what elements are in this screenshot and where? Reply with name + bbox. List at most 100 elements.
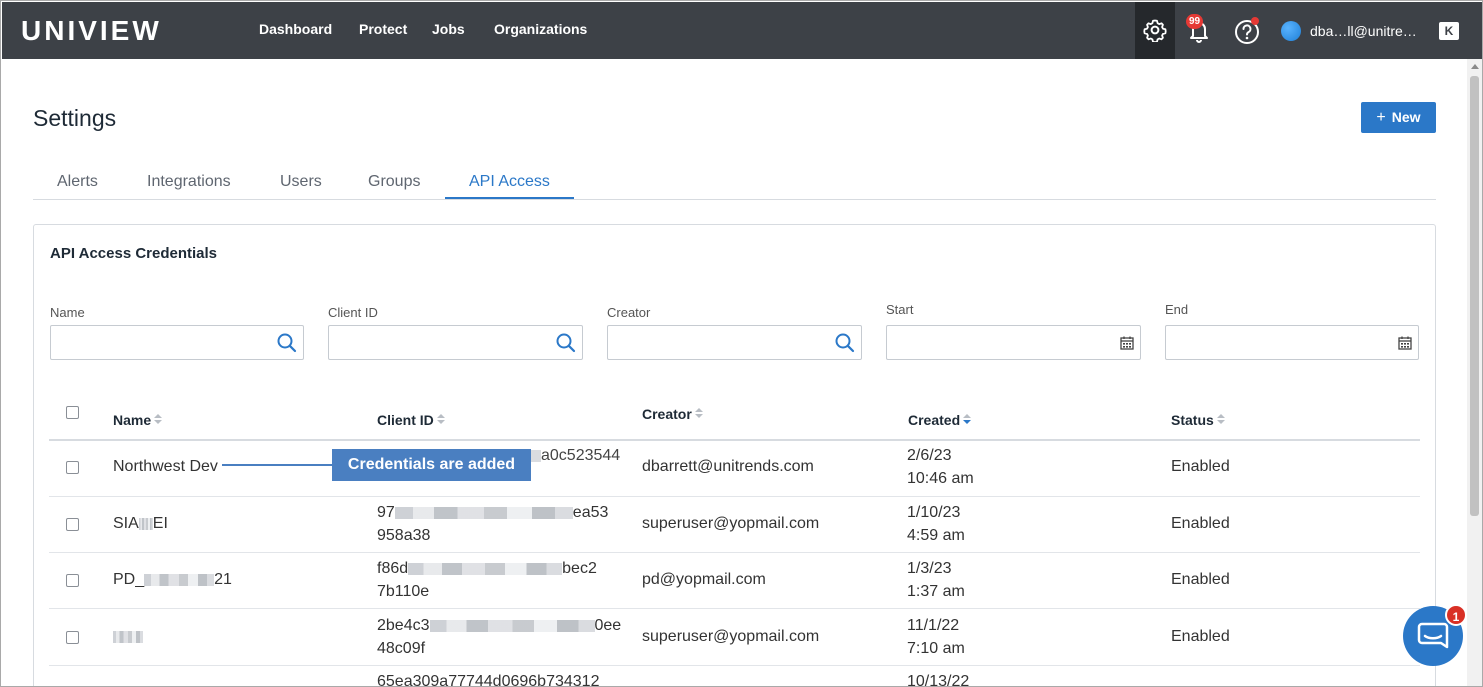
collapse-icon[interactable]: K [1439,22,1459,40]
row-status: Enabled [1171,628,1230,645]
row-creator: pd@yopmail.com [642,571,766,588]
row-created-time: 10:46 am [907,470,974,487]
calendar-icon[interactable] [1398,336,1412,350]
callout-label: Credentials are added [332,449,531,481]
redacted-text [408,562,563,575]
row-name[interactable] [113,625,143,648]
end-date-input[interactable] [1166,326,1418,359]
row-client-id-line2: 958a38 [377,527,431,544]
row-checkbox[interactable] [66,631,79,644]
start-date-filter [886,325,1141,360]
row-name-part: PD_ [113,571,145,588]
scrollbar-thumb[interactable] [1470,76,1479,516]
row-created-date: 1/3/23 [907,560,952,577]
row-divider [49,665,1420,666]
nav-protect[interactable]: Protect [359,21,407,37]
callout-connector [222,464,333,466]
chat-badge: 1 [1445,604,1467,626]
client-id-filter-label: Client ID [328,305,378,320]
creator-filter-input[interactable] [608,326,861,359]
end-date-filter [1165,325,1419,360]
scroll-up-arrow-icon[interactable] [1471,64,1479,69]
row-created-time: 7:10 am [907,640,965,657]
end-filter-label: End [1165,302,1189,317]
row-client-id-line2: 7b110e [377,583,430,600]
row-client-id-part: 0ee [594,617,622,634]
sort-desc-icon[interactable] [963,414,972,426]
row-divider [49,608,1420,609]
row-checkbox[interactable] [66,518,79,531]
settings-button[interactable] [1135,2,1175,59]
row-name-part: EI [152,515,168,532]
calendar-icon[interactable] [1120,336,1134,350]
row-checkbox[interactable] [66,574,79,587]
row-divider [49,552,1420,553]
tab-users[interactable]: Users [280,173,322,191]
name-filter-input[interactable] [51,326,303,359]
search-icon[interactable] [277,333,297,353]
avatar[interactable] [1281,21,1301,41]
tab-groups[interactable]: Groups [368,173,420,191]
page-title: Settings [33,105,117,131]
row-created-date: 11/1/22 [907,617,960,634]
nav-dashboard[interactable]: Dashboard [259,21,332,37]
sort-icon[interactable] [436,414,445,426]
row-name[interactable]: PD_ 21 [113,568,232,591]
row-created-date: 2/6/23 [907,447,952,464]
column-header-client-id-label: Client ID [377,412,434,428]
active-tab-indicator [445,197,574,199]
sort-icon[interactable] [1216,414,1225,426]
svg-text:UNIVIEW: UNIVIEW [21,16,162,46]
redacted-text [429,619,595,632]
tab-api-access[interactable]: API Access [469,173,550,191]
nav-organizations[interactable]: Organizations [494,21,587,37]
top-bar: UNIVIEW Dashboard Protect Jobs Organizat… [2,2,1482,59]
row-client-id-line2: 48c09f [377,640,426,657]
app-window: UNIVIEW Dashboard Protect Jobs Organizat… [0,0,1483,687]
column-header-status[interactable]: Status [1171,412,1225,428]
select-all-checkbox[interactable] [66,406,79,419]
start-date-input[interactable] [887,326,1140,359]
row-client-id-part: ea53 [572,504,609,521]
row-creator: superuser@yopmail.com [642,628,820,645]
uniview-logo[interactable]: UNIVIEW [21,16,193,46]
sort-icon[interactable] [694,408,703,420]
column-header-creator-label: Creator [642,406,692,422]
redacted-text [113,630,143,643]
column-header-name-label: Name [113,412,152,428]
row-created-date: 1/10/23 [907,504,961,521]
column-header-status-label: Status [1171,412,1214,428]
new-button-label: New [1391,108,1421,125]
client-id-filter-input[interactable] [329,326,582,359]
row-client-id-part: a0c523544 [541,447,621,464]
row-status: Enabled [1171,515,1230,532]
row-client-id: f86d bec2 [377,557,597,580]
row-name[interactable]: Northwest Dev [113,455,218,478]
plus-icon: + [1376,108,1386,126]
tab-alerts[interactable]: Alerts [57,173,98,191]
row-name[interactable]: SIA EI [113,512,168,535]
row-divider [49,496,1420,497]
name-filter [50,325,304,360]
table-header-divider [49,439,1420,441]
new-button[interactable]: + New [1361,102,1436,133]
column-header-created-label: Created [908,412,961,428]
tab-integrations[interactable]: Integrations [147,173,231,191]
start-filter-label: Start [886,302,914,317]
search-icon[interactable] [835,333,855,353]
help-notification-dot [1251,17,1259,25]
column-header-client-id[interactable]: Client ID [377,412,445,428]
row-created-time: 4:59 am [907,527,965,544]
row-checkbox[interactable] [66,461,79,474]
column-header-created[interactable]: Created [908,412,972,428]
page-scrollbar[interactable] [1467,59,1482,686]
sort-icon[interactable] [154,414,163,426]
username[interactable]: dba…ll@unitre… [1310,23,1417,39]
row-creator: superuser@yopmail.com [642,515,820,532]
nav-jobs[interactable]: Jobs [432,21,465,37]
search-icon[interactable] [556,333,576,353]
row-name-part: 21 [214,571,232,588]
column-header-name[interactable]: Name [113,412,163,428]
row-status: Enabled [1171,571,1230,588]
column-header-creator[interactable]: Creator [642,406,703,422]
